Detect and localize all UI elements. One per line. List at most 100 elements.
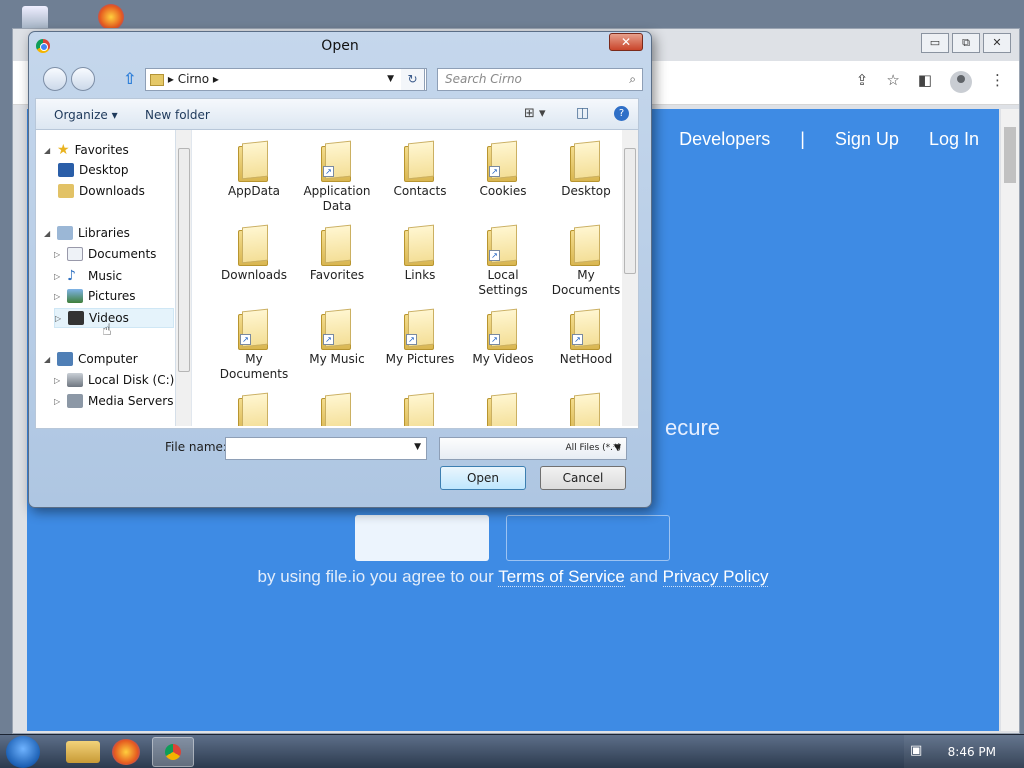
up-arrow-icon[interactable]: ⇧ bbox=[123, 69, 136, 88]
pictures-icon bbox=[67, 289, 83, 303]
folder-item[interactable]: Downloads bbox=[213, 224, 295, 283]
breadcrumb-sep: ▸ bbox=[167, 72, 174, 86]
tree-videos[interactable]: ▷ Videos bbox=[54, 308, 174, 328]
bookmark-star-icon[interactable]: ☆ bbox=[886, 71, 899, 93]
tree-music[interactable]: ▷ ♪ Music bbox=[54, 268, 122, 284]
folder-label: Application Data bbox=[303, 184, 371, 213]
nav-signup-link[interactable]: Sign Up bbox=[835, 129, 899, 150]
site-nav: Developers | Sign Up Log In bbox=[679, 129, 979, 150]
browser-menu-icon[interactable]: ⋮ bbox=[990, 71, 1005, 93]
tree-scrollbar[interactable] bbox=[176, 130, 192, 426]
folder-item[interactable]: Favorites bbox=[296, 224, 378, 283]
side-panel-icon[interactable]: ◧ bbox=[918, 71, 932, 93]
terms-and: and bbox=[629, 567, 658, 586]
folder-item[interactable]: Links bbox=[379, 224, 461, 283]
help-icon[interactable]: ? bbox=[614, 106, 629, 121]
folder-item[interactable] bbox=[296, 392, 378, 426]
tree-libraries[interactable]: ◢ Libraries bbox=[44, 226, 130, 240]
open-button[interactable]: Open bbox=[440, 466, 526, 490]
folder-item[interactable] bbox=[545, 392, 623, 426]
file-type-select[interactable]: All Files (*.*) ▼ bbox=[439, 437, 627, 460]
chrome-taskbar-button[interactable] bbox=[152, 737, 194, 767]
profile-avatar-icon[interactable] bbox=[950, 71, 972, 93]
folder-label: Favorites bbox=[309, 268, 365, 282]
back-button[interactable] bbox=[43, 67, 67, 91]
search-input[interactable]: Search Cirno ⌕ bbox=[437, 68, 643, 91]
breadcrumb-dropdown-icon[interactable]: ▼ bbox=[387, 69, 394, 90]
chrome-taskbar-icon bbox=[165, 744, 181, 760]
folder-icon bbox=[319, 224, 355, 266]
folder-item[interactable]: ↗ Cookies bbox=[462, 140, 544, 199]
folder-icon bbox=[236, 392, 272, 426]
shortcut-arrow-icon: ↗ bbox=[489, 166, 500, 177]
shortcut-arrow-icon: ↗ bbox=[406, 334, 417, 345]
file-list-scrollbar[interactable] bbox=[622, 130, 638, 426]
firefox-taskbar-icon[interactable] bbox=[112, 739, 140, 765]
folder-item[interactable]: ↗ My Documents bbox=[213, 308, 295, 382]
folder-item[interactable]: ↗ My Videos bbox=[462, 308, 544, 367]
folder-item[interactable]: ↗ My Music bbox=[296, 308, 378, 367]
restore-icon[interactable]: ⧉ bbox=[952, 33, 980, 53]
start-button[interactable] bbox=[6, 736, 40, 768]
privacy-policy-link[interactable]: Privacy Policy bbox=[662, 567, 769, 587]
dialog-title: Open bbox=[321, 38, 359, 54]
breadcrumb[interactable]: ▸ Cirno ▸ ▼ bbox=[145, 68, 427, 91]
tree-downloads[interactable]: Downloads bbox=[58, 184, 145, 198]
tree-pictures[interactable]: ▷ Pictures bbox=[54, 289, 136, 303]
organize-menu[interactable]: Organize ▾ bbox=[54, 108, 118, 122]
search-icon[interactable]: ⌕ bbox=[629, 69, 636, 90]
minimize-icon[interactable]: ▭ bbox=[921, 33, 949, 53]
file-list: AppData ↗ Application Data Contacts ↗ Cookies… bbox=[193, 130, 623, 426]
view-options-icon[interactable]: ⊞ ▾ bbox=[524, 106, 546, 121]
folder-item[interactable]: ↗ NetHood bbox=[545, 308, 623, 367]
firefox-desktop-icon[interactable] bbox=[98, 4, 124, 30]
network-icon[interactable]: ▣ bbox=[910, 743, 922, 758]
nav-developers-link[interactable]: Developers bbox=[679, 129, 770, 150]
folder-icon: ↗ bbox=[236, 308, 272, 350]
tree-media-servers[interactable]: ▷ Media Servers bbox=[54, 394, 173, 408]
close-window-icon[interactable]: ✕ bbox=[983, 33, 1011, 53]
folder-item[interactable]: Contacts bbox=[379, 140, 461, 199]
folder-item[interactable]: Desktop bbox=[545, 140, 623, 199]
folder-item[interactable]: AppData bbox=[213, 140, 295, 199]
clock[interactable]: 8:46 PM bbox=[948, 745, 996, 759]
explorer-taskbar-icon[interactable] bbox=[66, 741, 100, 763]
new-folder-button[interactable]: New folder bbox=[145, 108, 210, 122]
folder-item[interactable]: ↗ Application Data bbox=[296, 140, 378, 214]
file-name-field[interactable]: ▼ bbox=[225, 437, 427, 460]
tree-favorites[interactable]: ◢ ★ Favorites bbox=[44, 142, 129, 158]
folder-item[interactable]: ↗ My Pictures bbox=[379, 308, 461, 367]
folder-label: Downloads bbox=[221, 268, 287, 282]
share-icon[interactable]: ⇪ bbox=[856, 71, 869, 93]
page-scrollbar[interactable] bbox=[1001, 109, 1019, 731]
tree-computer[interactable]: ◢ Computer bbox=[44, 352, 138, 366]
folder-item[interactable] bbox=[379, 392, 461, 426]
upload-button[interactable] bbox=[355, 515, 489, 561]
tree-documents[interactable]: ▷ Documents bbox=[54, 247, 156, 261]
hand-cursor-icon: ☝ bbox=[102, 320, 112, 339]
refresh-icon[interactable]: ↻ bbox=[401, 68, 425, 91]
folder-label: Local Settings bbox=[478, 268, 528, 297]
breadcrumb-folder[interactable]: Cirno bbox=[178, 72, 209, 86]
file-type-dropdown-icon[interactable]: ▼ bbox=[614, 438, 621, 459]
folder-item[interactable] bbox=[462, 392, 544, 426]
tree-desktop[interactable]: Desktop bbox=[58, 163, 129, 177]
folder-icon: ↗ bbox=[319, 140, 355, 182]
file-name-dropdown-icon[interactable]: ▼ bbox=[414, 442, 421, 452]
cancel-button[interactable]: Cancel bbox=[540, 466, 626, 490]
hero-tagline: ecure bbox=[665, 415, 721, 440]
folder-label: Links bbox=[404, 268, 436, 282]
terms-of-service-link[interactable]: Terms of Service bbox=[498, 567, 625, 587]
learn-more-button[interactable] bbox=[506, 515, 670, 561]
dialog-close-button[interactable]: ✕ bbox=[609, 33, 643, 51]
folder-item[interactable] bbox=[213, 392, 295, 426]
folder-label: Desktop bbox=[561, 184, 611, 198]
folder-item[interactable]: My Documents bbox=[545, 224, 623, 298]
media-server-icon bbox=[67, 394, 83, 408]
forward-button[interactable] bbox=[71, 67, 95, 91]
tree-local-disk[interactable]: ▷ Local Disk (C:) bbox=[54, 373, 174, 387]
preview-pane-icon[interactable]: ◫ bbox=[576, 105, 589, 121]
folder-item[interactable]: ↗ Local Settings bbox=[462, 224, 544, 298]
nav-login-link[interactable]: Log In bbox=[929, 129, 979, 150]
folder-icon: ↗ bbox=[485, 224, 521, 266]
